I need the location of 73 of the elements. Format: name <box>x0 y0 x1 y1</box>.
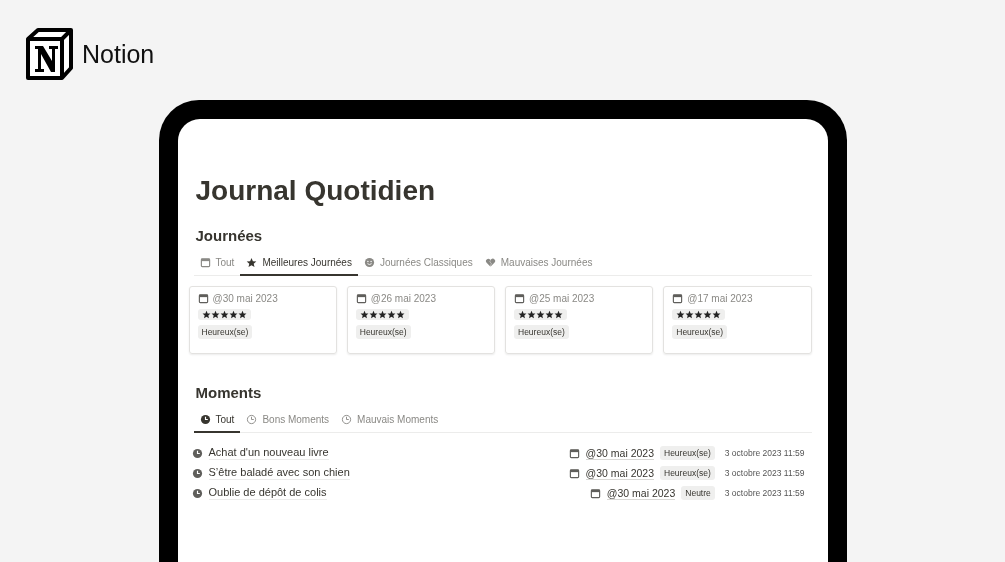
page-title: Journal Quotidien <box>195 175 436 207</box>
star-icon <box>518 310 527 319</box>
calendar-icon <box>514 293 525 304</box>
mood-tag: Heureux(se) <box>672 325 728 339</box>
mood-tag: Neutre <box>681 486 715 500</box>
star-icon <box>386 310 396 319</box>
created-time: 3 octobre 2023 11:59 <box>724 468 805 478</box>
star-icon <box>694 310 704 319</box>
created-time: 3 octobre 2023 11:59 <box>724 488 805 498</box>
section-heading: Moments <box>195 384 262 401</box>
view-tab[interactable]: Bons Moments <box>240 409 336 433</box>
calendar-icon <box>568 467 580 479</box>
star-icon <box>712 310 722 319</box>
mood-tag: Heureux(se) <box>660 446 715 460</box>
star-icon <box>359 310 369 319</box>
card-date: @17 mai 2023 <box>687 293 753 304</box>
calendar-icon <box>197 293 209 304</box>
view-tab[interactable]: Mauvais Moments <box>335 409 445 433</box>
star-icon <box>377 310 387 319</box>
view-tab[interactable]: Journées Classiques <box>357 252 479 276</box>
star-icon <box>237 310 247 319</box>
mood-tag: Heureux(se) <box>514 325 569 339</box>
star-icon <box>527 310 536 319</box>
moment-date: @30 mai 2023 <box>585 446 654 460</box>
moment-title[interactable]: S’être baladé avec son chien <box>208 466 350 480</box>
star-icon <box>210 310 220 319</box>
smiley-icon <box>363 257 375 268</box>
star-icon <box>545 310 554 319</box>
moment-date: @30 mai 2023 <box>585 466 654 480</box>
mood-tag: Heureux(se) <box>355 325 411 339</box>
star-icon <box>554 310 563 319</box>
brand-name: Notion <box>82 39 155 69</box>
view-tab[interactable]: Tout <box>193 409 241 433</box>
broken-heart-icon <box>484 257 496 268</box>
calendar-icon <box>672 293 684 304</box>
star-icon <box>219 310 229 319</box>
clock-icon <box>191 447 203 459</box>
day-card[interactable]: @25 mai 2023 Heureux(se) <box>505 286 654 354</box>
moment-date: @30 mai 2023 <box>606 486 676 500</box>
calendar-icon <box>589 487 601 499</box>
star-icon <box>685 310 695 319</box>
star-icon <box>395 310 405 319</box>
clock-icon <box>199 414 211 425</box>
card-date: @30 mai 2023 <box>212 293 278 304</box>
mood-tag: Heureux(se) <box>660 466 715 480</box>
day-card[interactable]: @30 mai 2023 Heureux(se) <box>188 286 337 354</box>
star-icon <box>201 310 211 319</box>
moment-title[interactable]: Oublie de dépôt de colis <box>208 486 327 500</box>
star-icon <box>536 310 545 319</box>
moment-title[interactable]: Achat d'un nouveau livre <box>208 446 329 460</box>
logo-icon <box>24 27 76 81</box>
section-heading: Journées <box>195 227 263 244</box>
day-card[interactable]: @26 mai 2023 Heureux(se) <box>346 286 495 354</box>
mood-tag: Heureux(se) <box>197 325 253 339</box>
card-date: @26 mai 2023 <box>370 293 436 304</box>
star-icon <box>676 310 686 319</box>
clock-icon <box>191 487 203 499</box>
star-icon <box>228 310 238 319</box>
created-time: 3 octobre 2023 11:59 <box>724 448 805 458</box>
view-tab[interactable]: Tout <box>193 252 241 276</box>
calendar-icon <box>199 257 211 268</box>
calendar-icon <box>355 293 367 304</box>
star-icon <box>703 310 713 319</box>
view-tab[interactable]: Mauvaises Journées <box>478 252 599 276</box>
clock-icon <box>341 414 353 425</box>
day-card[interactable]: @17 mai 2023 Heureux(se) <box>663 286 812 354</box>
card-date: @25 mai 2023 <box>529 293 595 304</box>
view-tab[interactable]: Meilleures Journées <box>240 252 358 276</box>
star-icon <box>246 257 258 268</box>
calendar-icon <box>568 447 580 459</box>
star-icon <box>368 310 378 319</box>
clock-icon <box>191 467 203 479</box>
clock-icon <box>246 414 258 425</box>
